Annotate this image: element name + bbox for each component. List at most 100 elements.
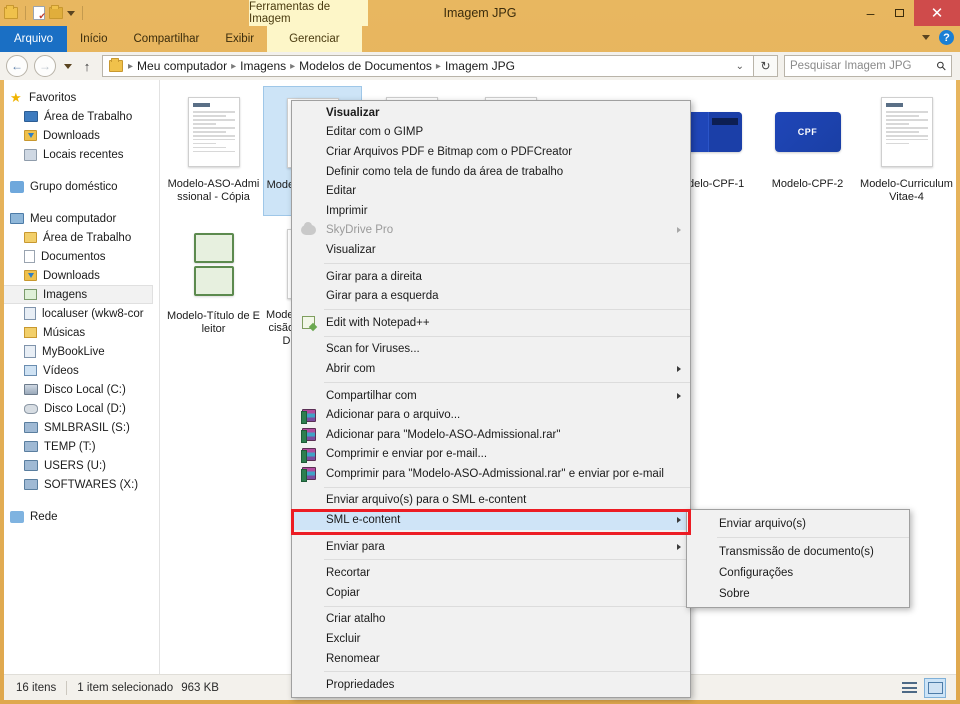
notepad-plus-icon	[300, 315, 317, 330]
menu-item-pdfcreator[interactable]: Criar Arquivos PDF e Bitmap com o PDFCre…	[292, 142, 690, 162]
menu-item-enviar-arquivos-sml[interactable]: Enviar arquivo(s) para o SML e-content	[292, 491, 690, 511]
sidebar-item-favoritos[interactable]: ★ Favoritos	[4, 88, 159, 107]
submenu-item-transmissao-documentos[interactable]: Transmissão de documento(s)	[687, 541, 909, 562]
menu-item-notepad-plus-plus[interactable]: Edit with Notepad++	[292, 313, 690, 333]
menu-item-girar-direita[interactable]: Girar para a direita	[292, 267, 690, 287]
sidebar-item-musicas[interactable]: Músicas	[4, 323, 159, 342]
sidebar-item-rede[interactable]: Rede	[4, 507, 159, 526]
maximize-button[interactable]	[885, 0, 914, 26]
forward-arrow-icon[interactable]: →	[34, 55, 56, 77]
search-input[interactable]: Pesquisar Imagem JPG ⚲	[784, 55, 952, 77]
menu-item-adicionar-arquivo[interactable]: Adicionar para o arquivo...	[292, 405, 690, 425]
menu-item-visualizar-2[interactable]: Visualizar	[292, 240, 690, 260]
tab-exibir[interactable]: Exibir	[212, 26, 267, 52]
file-item[interactable]: CPF Modelo-CPF-2	[758, 86, 857, 216]
sidebar-item-disco-local-c[interactable]: Disco Local (C:)	[4, 380, 159, 399]
sidebar-item-grupo-domestico[interactable]: Grupo doméstico	[4, 177, 159, 196]
winrar-icon	[300, 408, 317, 423]
sidebar-item-area-de-trabalho-fav[interactable]: Área de Trabalho	[4, 107, 159, 126]
sidebar-item-localuser[interactable]: localuser (wkw8-cor	[4, 304, 159, 323]
menu-item-recortar[interactable]: Recortar	[292, 563, 690, 583]
menu-item-compartilhar-com[interactable]: Compartilhar com	[292, 386, 690, 406]
menu-item-comprimir-email[interactable]: Comprimir e enviar por e-mail...	[292, 445, 690, 465]
sidebar-item-users[interactable]: USERS (U:)	[4, 456, 159, 475]
menu-item-abrir-com[interactable]: Abrir com	[292, 359, 690, 379]
menu-item-imprimir[interactable]: Imprimir	[292, 201, 690, 221]
sidebar-item-disco-local-d[interactable]: Disco Local (D:)	[4, 399, 159, 418]
breadcrumb-item-2[interactable]: Modelos de Documentos	[296, 59, 435, 73]
menu-item-editar[interactable]: Editar	[292, 181, 690, 201]
menu-item-girar-esquerda[interactable]: Girar para a esquerda	[292, 286, 690, 306]
sidebar-item-downloads-fav[interactable]: Downloads	[4, 126, 159, 145]
properties-icon[interactable]	[33, 6, 45, 20]
tab-gerenciar[interactable]: Gerenciar	[267, 26, 362, 52]
minimize-button[interactable]: –	[856, 0, 885, 26]
chevron-down-icon[interactable]	[67, 11, 75, 16]
breadcrumb-item-3[interactable]: Imagem JPG	[442, 59, 518, 73]
menu-item-enviar-para[interactable]: Enviar para	[292, 537, 690, 557]
maximize-icon	[895, 9, 904, 17]
sidebar-item-downloads[interactable]: Downloads	[4, 266, 159, 285]
new-folder-icon[interactable]	[49, 7, 63, 19]
sidebar-item-smlbrasil[interactable]: SMLBRASIL (S:)	[4, 418, 159, 437]
sml-e-content-submenu[interactable]: Enviar arquivo(s) Transmissão de documen…	[686, 509, 910, 608]
document-thumbnail-icon	[188, 97, 240, 167]
submenu-item-enviar-arquivos[interactable]: Enviar arquivo(s)	[687, 513, 909, 534]
file-name: Modelo-Título de Eleitor	[166, 310, 261, 336]
close-button[interactable]: ✕	[914, 0, 960, 26]
search-icon[interactable]: ⚲	[934, 58, 950, 74]
sidebar-item-locais-recentes[interactable]: Locais recentes	[4, 145, 159, 164]
submenu-item-sobre[interactable]: Sobre	[687, 583, 909, 604]
menu-item-criar-atalho[interactable]: Criar atalho	[292, 610, 690, 630]
breadcrumb-item-1[interactable]: Imagens	[237, 59, 289, 73]
menu-item-copiar[interactable]: Copiar	[292, 583, 690, 603]
sidebar-item-label: SOFTWARES (X:)	[44, 479, 138, 491]
file-item[interactable]: Modelo-Título de Eleitor	[164, 218, 263, 348]
chevron-down-icon[interactable]	[922, 35, 930, 40]
details-view-icon[interactable]	[898, 678, 920, 698]
breadcrumb[interactable]: ▸ Meu computador ▸ Imagens ▸ Modelos de …	[102, 55, 754, 77]
menu-item-definir-fundo[interactable]: Definir como tela de fundo da área de tr…	[292, 162, 690, 182]
help-icon[interactable]: ?	[939, 30, 954, 45]
folder-icon[interactable]	[4, 7, 18, 19]
sidebar-item-imagens[interactable]: Imagens	[4, 285, 153, 304]
menu-item-skydrive-pro[interactable]: SkyDrive Pro	[292, 221, 690, 241]
menu-item-label: SkyDrive Pro	[326, 224, 393, 236]
file-item[interactable]: Modelo-ASO-Admissional - Cópia	[164, 86, 263, 216]
sidebar-item-area-de-trabalho[interactable]: Área de Trabalho	[4, 228, 159, 247]
large-icons-view-icon[interactable]	[924, 678, 946, 698]
menu-item-renomear[interactable]: Renomear	[292, 649, 690, 669]
menu-item-sml-e-content[interactable]: SML e-content	[292, 510, 690, 530]
breadcrumb-item-0[interactable]: Meu computador	[134, 59, 230, 73]
tab-compartilhar[interactable]: Compartilhar	[121, 26, 213, 52]
window-title: Imagem JPG	[0, 0, 960, 26]
file-item[interactable]: Modelo-Curriculum Vitae-4	[857, 86, 956, 216]
menu-item-editar-gimp[interactable]: Editar com o GIMP	[292, 123, 690, 143]
menu-item-comprimir-para-rar-email[interactable]: Comprimir para "Modelo-ASO-Admissional.r…	[292, 464, 690, 484]
menu-item-adicionar-para-rar[interactable]: Adicionar para "Modelo-ASO-Admissional.r…	[292, 425, 690, 445]
sidebar-item-label: Meu computador	[30, 213, 116, 225]
search-placeholder: Pesquisar Imagem JPG	[790, 60, 911, 72]
sidebar-item-mybooklive[interactable]: MyBookLive	[4, 342, 159, 361]
address-dropdown-icon[interactable]: ⌄	[731, 61, 749, 72]
menu-item-propriedades[interactable]: Propriedades	[292, 675, 690, 695]
sidebar-item-softwares[interactable]: SOFTWARES (X:)	[4, 475, 159, 494]
submenu-item-configuracoes[interactable]: Configurações	[687, 562, 909, 583]
context-menu[interactable]: Visualizar Editar com o GIMP Criar Arqui…	[291, 100, 691, 698]
file-thumbnail	[194, 218, 234, 310]
menu-item-excluir[interactable]: Excluir	[292, 629, 690, 649]
sidebar-item-documentos[interactable]: Documentos	[4, 247, 159, 266]
tab-arquivo[interactable]: Arquivo	[0, 26, 67, 52]
sidebar-item-videos[interactable]: Vídeos	[4, 361, 159, 380]
sidebar-item-label: Disco Local (C:)	[44, 384, 126, 396]
back-arrow-icon[interactable]: ←	[6, 55, 28, 77]
menu-item-scan-for-viruses[interactable]: Scan for Viruses...	[292, 340, 690, 360]
refresh-icon[interactable]: ↻	[754, 55, 778, 77]
menu-item-visualizar[interactable]: Visualizar	[292, 103, 690, 123]
up-arrow-icon[interactable]: ↑	[78, 59, 96, 74]
recent-locations-icon[interactable]	[60, 64, 76, 69]
tab-inicio[interactable]: Início	[67, 26, 121, 52]
network-icon	[10, 511, 24, 523]
sidebar-item-temp[interactable]: TEMP (T:)	[4, 437, 159, 456]
sidebar-item-meu-computador[interactable]: Meu computador	[4, 209, 159, 228]
